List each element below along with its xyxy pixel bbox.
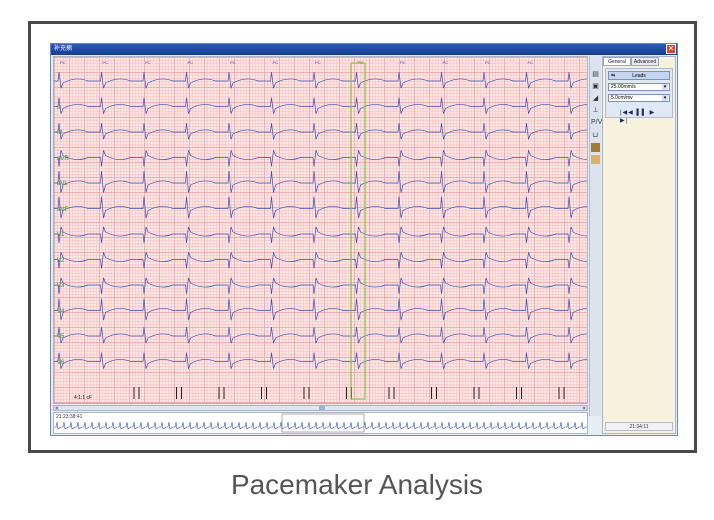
lead-label: V2 bbox=[57, 257, 65, 264]
beat-annotation: PC bbox=[443, 60, 449, 65]
beat-annotation: PC bbox=[230, 60, 236, 65]
beat-annotation: PC bbox=[188, 60, 194, 65]
leads-label: Leads bbox=[632, 73, 646, 79]
beat-annotation: PC bbox=[315, 60, 321, 65]
ecg-lead-trace bbox=[54, 226, 587, 244]
caption: Pacemaker Analysis bbox=[230, 469, 484, 500]
leads-button[interactable]: ⇆ Leads bbox=[608, 71, 670, 80]
window-title: 补充摘 bbox=[54, 46, 73, 52]
pv-icon[interactable]: P/V bbox=[591, 118, 602, 127]
time-readout: 21:34:11 bbox=[605, 422, 673, 431]
overview-strip bbox=[54, 413, 587, 433]
lead-label: aVL bbox=[57, 181, 68, 187]
ecg-lead-trace bbox=[54, 277, 587, 295]
scroll-left-icon[interactable]: ◂ bbox=[54, 406, 59, 410]
ecg-lead-trace bbox=[54, 150, 587, 167]
rhythm-overview[interactable]: 21:23:38:41 bbox=[53, 412, 588, 434]
panel-tabs: General Advanced bbox=[603, 57, 675, 66]
chevron-down-icon: ▾ bbox=[662, 95, 668, 101]
ecg-viewer-window: 补充摘 ✕ PC PC PC PC PC PC PC PC PC PC PC PC II III aVR a… bbox=[50, 43, 678, 436]
horizontal-scrollbar[interactable]: ◂ ▸ bbox=[53, 405, 588, 411]
close-button[interactable]: ✕ bbox=[666, 44, 676, 54]
chevron-down-icon: ▾ bbox=[662, 84, 668, 90]
ruler-icon[interactable]: ◢ bbox=[591, 94, 600, 103]
lead-label: V6 bbox=[57, 359, 65, 366]
tool-strip: ▤ ▣ ◢ ⊥ P/V ⊔ bbox=[589, 56, 602, 416]
ecg-lead-trace bbox=[54, 196, 587, 219]
title-bar: 补充摘 ✕ bbox=[51, 44, 677, 55]
ecg-lead-trace bbox=[54, 170, 587, 193]
playback-controls[interactable]: |◀◀ ▌▌ ▶ ▶| bbox=[620, 109, 660, 124]
tab-advanced[interactable]: Advanced bbox=[631, 57, 659, 66]
display-settings: ⇆ Leads 25.00mm/s ▾ 5.0cm/mv ▾ |◀◀ ▌▌ ▶ … bbox=[605, 68, 673, 124]
ecg-trace-area[interactable]: PC PC PC PC PC PC PC PC PC PC PC PC II III aVR aVL aVF V… bbox=[53, 56, 588, 404]
speed-select[interactable]: 25.00mm/s ▾ bbox=[608, 83, 670, 91]
ecg-lead-trace bbox=[54, 97, 587, 114]
printer-icon[interactable]: ▤ bbox=[591, 70, 600, 79]
scale-label: 4:1:1 cF bbox=[74, 395, 93, 401]
measure-icon[interactable]: ⊥ bbox=[591, 106, 600, 115]
ecg-lead-trace bbox=[54, 298, 587, 321]
overview-time-label: 21:23:38:41 bbox=[56, 414, 83, 420]
scroll-thumb[interactable] bbox=[319, 406, 325, 410]
lead-label: III bbox=[57, 130, 63, 136]
overview-trace bbox=[54, 421, 587, 430]
tab-general[interactable]: General bbox=[603, 57, 631, 66]
ecg-lead-trace bbox=[54, 352, 587, 369]
gain-value: 5.0cm/mv bbox=[611, 95, 633, 101]
beat-annotation: PC bbox=[103, 60, 109, 65]
ecg-lead-trace bbox=[54, 326, 587, 344]
caliper-icon[interactable]: ⊔ bbox=[591, 131, 600, 140]
lead-label: aVR bbox=[57, 155, 69, 162]
beat-annotation: PC bbox=[528, 60, 534, 65]
settings-panel: General Advanced ⇆ Leads 25.00mm/s ▾ 5.0… bbox=[602, 56, 676, 434]
lead-label: V4 bbox=[57, 308, 65, 315]
lead-label: V1 bbox=[57, 232, 65, 238]
ecg-waveforms: PC PC PC PC PC PC PC PC PC PC PC PC bbox=[54, 60, 587, 400]
beat-annotation: PC bbox=[60, 60, 66, 65]
color-block-icon[interactable] bbox=[591, 143, 600, 152]
beat-annotation: PC bbox=[145, 60, 151, 65]
grid-icon[interactable] bbox=[591, 155, 600, 164]
lead-label: V3 bbox=[57, 283, 65, 289]
lead-label: V5 bbox=[57, 334, 65, 340]
ecg-lead-trace bbox=[54, 71, 587, 89]
ecg-lead-trace bbox=[54, 122, 587, 140]
scroll-right-icon[interactable]: ▸ bbox=[582, 406, 587, 410]
print-preview-icon[interactable]: ▣ bbox=[591, 82, 600, 91]
lead-label: II bbox=[57, 104, 61, 111]
beat-annotation: PC bbox=[485, 60, 491, 65]
ecg-lead-trace bbox=[54, 252, 587, 269]
speed-value: 25.00mm/s bbox=[611, 84, 636, 90]
lead-label: aVF bbox=[57, 206, 69, 213]
beat-annotation: PC bbox=[400, 60, 406, 65]
screenshot-frame: 补充摘 ✕ PC PC PC PC PC PC PC PC PC PC PC PC II III aVR a… bbox=[28, 21, 697, 453]
beat-annotation: PC bbox=[273, 60, 279, 65]
gain-select[interactable]: 5.0cm/mv ▾ bbox=[608, 94, 670, 102]
